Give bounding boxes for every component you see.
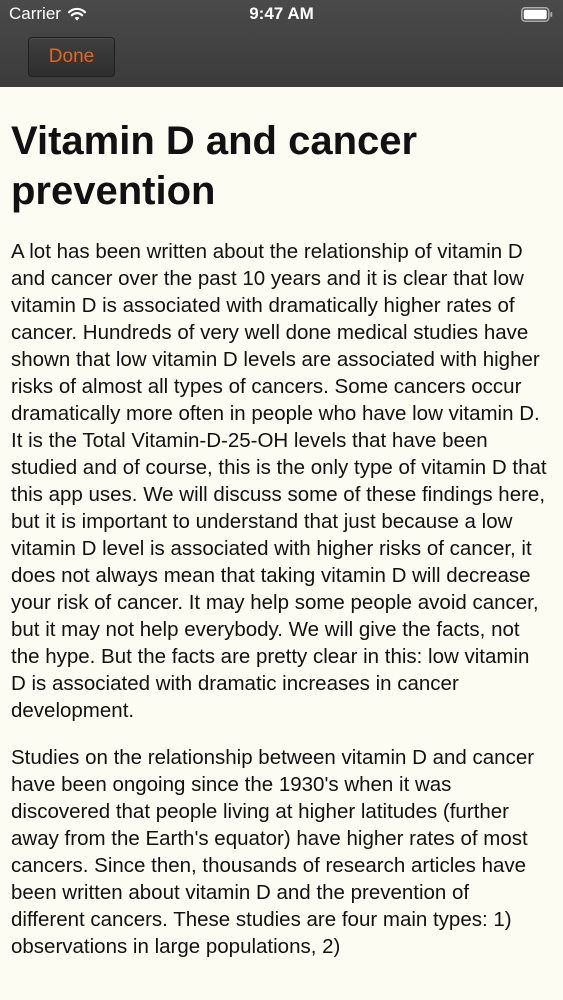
- top-bar: Carrier 9:47 AM Done: [0, 0, 563, 87]
- article-content: Vitamin D and cancer prevention A lot ha…: [11, 116, 547, 980]
- done-button[interactable]: Done: [28, 37, 115, 77]
- battery-icon: [521, 7, 553, 22]
- status-time: 9:47 AM: [249, 4, 314, 23]
- article-paragraph: Studies on the relationship between vita…: [11, 746, 535, 958]
- article-paragraph: A lot has been written about the relatio…: [11, 240, 547, 722]
- status-bar: Carrier 9:47 AM: [0, 0, 563, 30]
- page-title: Vitamin D and cancer prevention: [11, 119, 418, 213]
